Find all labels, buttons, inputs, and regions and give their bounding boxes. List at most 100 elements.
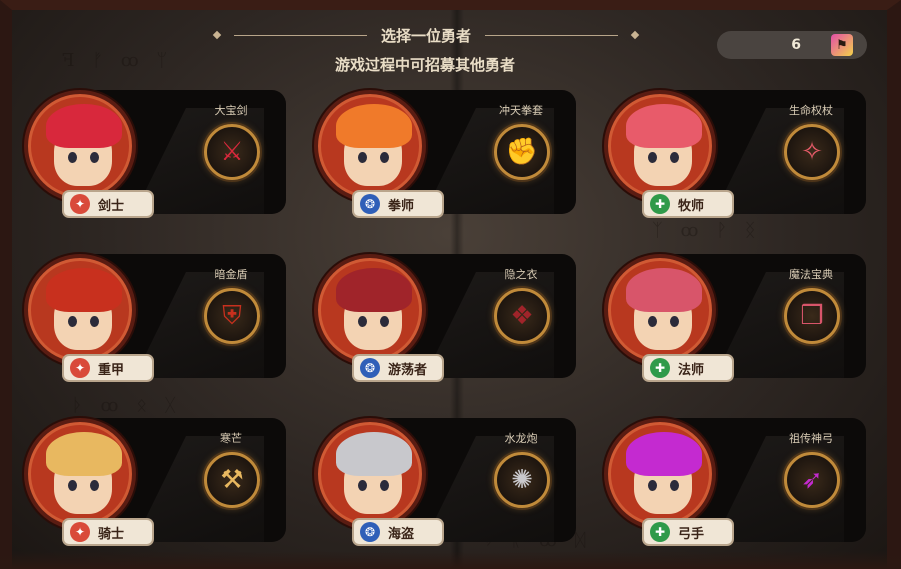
class-support-icon: ✚ bbox=[650, 358, 670, 378]
hero-eye bbox=[68, 152, 77, 163]
hero-name: 拳师 bbox=[388, 198, 415, 214]
hero-hair bbox=[626, 432, 702, 476]
weapon-name: 寒芒 bbox=[220, 432, 242, 445]
class-warrior-icon: ✦ bbox=[70, 194, 90, 214]
hero-eye bbox=[380, 316, 389, 327]
hero-card[interactable]: 隐之衣 ❖ ❂ 游荡者 bbox=[314, 254, 576, 382]
hero-eye bbox=[358, 480, 367, 491]
hero-hair bbox=[336, 268, 412, 312]
hero-eye bbox=[648, 152, 657, 163]
hero-portrait[interactable] bbox=[24, 418, 136, 530]
hero-portrait[interactable] bbox=[604, 90, 716, 202]
hero-eye bbox=[68, 480, 77, 491]
hero-hair bbox=[336, 432, 412, 476]
hero-name: 骑士 bbox=[98, 526, 125, 542]
hero-name: 弓手 bbox=[678, 526, 705, 542]
hero-card[interactable]: 寒芒 ⚒ ✦ 骑士 bbox=[24, 418, 286, 546]
hero-eye bbox=[358, 316, 367, 327]
weapon-name: 魔法宝典 bbox=[789, 268, 833, 281]
hero-portrait[interactable] bbox=[314, 254, 426, 366]
hero-name: 法师 bbox=[678, 362, 705, 378]
hero-name-tag[interactable]: ✦ 重甲 bbox=[62, 354, 154, 382]
class-warrior-icon: ✦ bbox=[70, 358, 90, 378]
hero-name-tag[interactable]: ❂ 游荡者 bbox=[352, 354, 444, 382]
hero-name-tag[interactable]: ✚ 弓手 bbox=[642, 518, 734, 546]
hero-portrait[interactable] bbox=[604, 418, 716, 530]
weapon-icon[interactable]: ⛨ bbox=[204, 288, 260, 344]
hero-name-tag[interactable]: ✚ 牧师 bbox=[642, 190, 734, 218]
hero-card[interactable]: 水龙炮 ✺ ❂ 海盗 bbox=[314, 418, 576, 546]
page-subtitle: 游戏过程中可招募其他勇者 bbox=[334, 56, 515, 74]
hero-hair bbox=[46, 432, 122, 476]
weapon-name: 水龙炮 bbox=[504, 432, 538, 445]
hero-name: 重甲 bbox=[98, 362, 125, 378]
page-title: 选择一位勇者 bbox=[381, 26, 472, 45]
class-warrior-icon: ✦ bbox=[70, 522, 90, 542]
hero-card[interactable]: 魔法宝典 ❒ ✚ 法师 bbox=[604, 254, 866, 382]
weapon-icon[interactable]: ✧ bbox=[784, 124, 840, 180]
hero-portrait[interactable] bbox=[314, 90, 426, 202]
class-rogue-icon: ❂ bbox=[360, 194, 380, 214]
class-rogue-icon: ❂ bbox=[360, 358, 380, 378]
ornament-icon bbox=[212, 30, 222, 40]
weapon-name: 暗金盾 bbox=[214, 268, 248, 281]
hero-eye bbox=[68, 316, 77, 327]
weapon-icon[interactable]: ✺ bbox=[494, 452, 550, 508]
hero-card[interactable]: 冲天拳套 ✊ ❂ 拳师 bbox=[314, 90, 576, 218]
hero-name: 剑士 bbox=[98, 198, 125, 214]
hero-portrait[interactable] bbox=[24, 90, 136, 202]
weapon-name: 大宝剑 bbox=[214, 104, 248, 117]
hero-name-tag[interactable]: ✦ 骑士 bbox=[62, 518, 154, 546]
hero-eye bbox=[670, 480, 679, 491]
background-scribble: ᛉ ꝏ ᚹ ᛝ bbox=[652, 220, 762, 241]
weapon-glyph: ❒ bbox=[800, 301, 824, 331]
background-scribble: ꟻ ᚠ ꝏ ᛘ bbox=[62, 50, 174, 71]
hero-eye bbox=[648, 480, 657, 491]
hero-card[interactable]: 暗金盾 ⛨ ✦ 重甲 bbox=[24, 254, 286, 382]
weapon-glyph: ⛨ bbox=[222, 300, 242, 331]
weapon-glyph: ➶ bbox=[801, 465, 823, 495]
hero-name: 海盗 bbox=[388, 526, 415, 542]
hero-hair bbox=[46, 268, 122, 312]
hero-name-tag[interactable]: ❂ 拳师 bbox=[352, 190, 444, 218]
weapon-icon[interactable]: ❒ bbox=[784, 288, 840, 344]
weapon-glyph: ✧ bbox=[801, 137, 823, 167]
hero-card[interactable]: 生命权杖 ✧ ✚ 牧师 bbox=[604, 90, 866, 218]
hero-eye bbox=[90, 480, 99, 491]
weapon-glyph: ❖ bbox=[510, 301, 534, 331]
weapon-icon[interactable]: ⚒ bbox=[204, 452, 260, 508]
hero-token-icon: ⚑ bbox=[831, 34, 853, 56]
class-support-icon: ✚ bbox=[650, 194, 670, 214]
hero-card[interactable]: 祖传神弓 ➶ ✚ 弓手 bbox=[604, 418, 866, 546]
hero-eye bbox=[358, 152, 367, 163]
background-scribble: ᚦ ꝏ ᛟ ᚷ bbox=[72, 395, 182, 416]
hero-portrait[interactable] bbox=[24, 254, 136, 366]
title-divider bbox=[485, 34, 619, 36]
hero-eye bbox=[90, 316, 99, 327]
hero-portrait[interactable] bbox=[604, 254, 716, 366]
weapon-name: 冲天拳套 bbox=[499, 104, 543, 117]
hero-eye bbox=[670, 316, 679, 327]
weapon-icon[interactable]: ❖ bbox=[494, 288, 550, 344]
hero-name-tag[interactable]: ✚ 法师 bbox=[642, 354, 734, 382]
hero-name: 游荡者 bbox=[388, 362, 428, 378]
weapon-icon[interactable]: ✊ bbox=[494, 124, 550, 180]
hero-hair bbox=[626, 268, 702, 312]
hero-name-tag[interactable]: ✦ 剑士 bbox=[62, 190, 154, 218]
hero-counter: 6 ⚑ bbox=[717, 31, 867, 59]
hero-portrait[interactable] bbox=[314, 418, 426, 530]
weapon-glyph: ✊ bbox=[505, 137, 539, 167]
title-row: 选择一位勇者 bbox=[212, 24, 640, 46]
weapon-name: 生命权杖 bbox=[789, 104, 833, 117]
book-bottom-edge bbox=[0, 551, 901, 569]
hero-eye bbox=[90, 152, 99, 163]
hero-card[interactable]: 大宝剑 ⚔ ✦ 剑士 bbox=[24, 90, 286, 218]
hero-name: 牧师 bbox=[678, 198, 705, 214]
hero-name-tag[interactable]: ❂ 海盗 bbox=[352, 518, 444, 546]
weapon-name: 祖传神弓 bbox=[789, 432, 833, 445]
hero-eye bbox=[380, 152, 389, 163]
class-rogue-icon: ❂ bbox=[360, 522, 380, 542]
hero-hair bbox=[46, 104, 122, 148]
weapon-icon[interactable]: ⚔ bbox=[204, 124, 260, 180]
weapon-icon[interactable]: ➶ bbox=[784, 452, 840, 508]
